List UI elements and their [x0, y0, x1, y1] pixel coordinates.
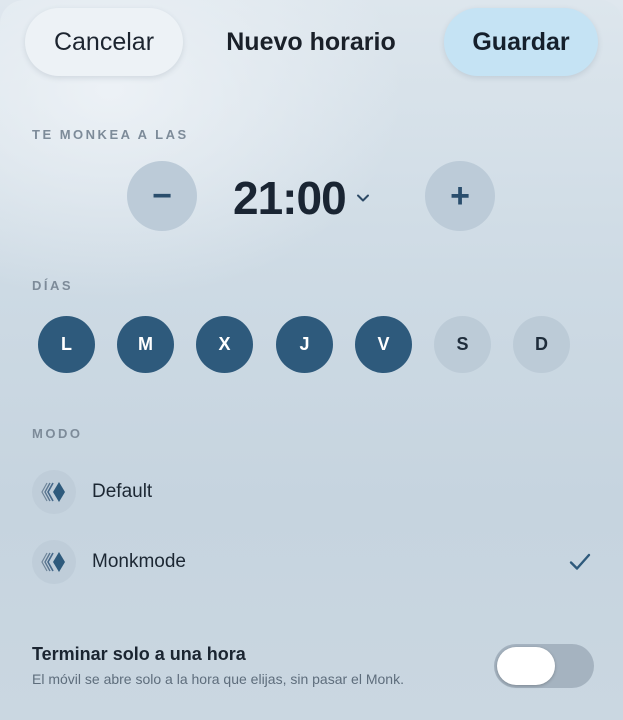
- day-toggle-j[interactable]: J: [276, 316, 333, 373]
- cancel-button[interactable]: Cancelar: [25, 8, 183, 76]
- page-title: Nuevo horario: [226, 27, 396, 56]
- mode-option-monkmode[interactable]: Monkmode: [32, 540, 592, 586]
- schedule-sheet: Cancelar Nuevo horario Guardar TE MONKEA…: [0, 0, 623, 720]
- minus-icon: −: [152, 176, 172, 215]
- checkmark-icon: [569, 553, 591, 570]
- mode-option-label: Default: [92, 481, 153, 502]
- increase-time-button[interactable]: +: [425, 161, 495, 231]
- end-at-time-toggle[interactable]: [494, 644, 594, 688]
- decrease-time-button[interactable]: −: [127, 161, 197, 231]
- day-toggle-d[interactable]: D: [513, 316, 570, 373]
- save-button[interactable]: Guardar: [444, 8, 598, 76]
- time-picker[interactable]: 21:00: [233, 168, 370, 228]
- header: Cancelar Nuevo horario Guardar: [0, 8, 623, 78]
- plus-icon: +: [450, 176, 470, 215]
- day-toggle-x[interactable]: X: [196, 316, 253, 373]
- mode-section-label: MODO: [32, 426, 83, 441]
- day-toggle-s[interactable]: S: [434, 316, 491, 373]
- mode-option-label: Monkmode: [92, 551, 186, 572]
- mode-option-default[interactable]: Default: [32, 470, 592, 516]
- time-section-label: TE MONKEA A LAS: [32, 127, 189, 142]
- end-toggle-subtitle: El móvil se abre solo a la hora que elij…: [32, 671, 404, 687]
- day-toggle-m[interactable]: M: [117, 316, 174, 373]
- monk-logo-icon: [32, 540, 76, 584]
- time-value: 21:00: [233, 172, 347, 224]
- monk-logo-icon: [32, 470, 76, 514]
- day-toggle-l[interactable]: L: [38, 316, 95, 373]
- chevron-down-icon: [356, 194, 369, 202]
- end-toggle-title: Terminar solo a una hora: [32, 644, 246, 664]
- toggle-knob: [497, 647, 555, 685]
- days-section-label: DÍAS: [32, 278, 74, 293]
- day-toggle-v[interactable]: V: [355, 316, 412, 373]
